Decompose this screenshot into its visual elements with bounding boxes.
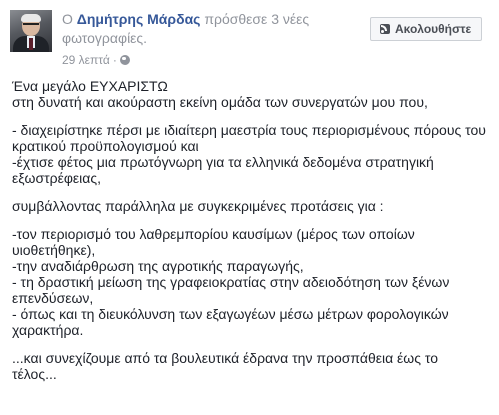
body-line: -τον περιορισμό του λαθρεμπορίου καυσίμω… (12, 226, 415, 242)
follow-button[interactable]: Ακολουθήστε (370, 17, 482, 41)
body-line: κρατικού προϋπολογισμού και (12, 138, 199, 154)
body-line: - διαχειρίστηκε πέρσι με ιδιαίτερη μαεστ… (12, 122, 486, 138)
follow-button-label: Ακολουθήστε (395, 22, 472, 36)
meta-separator: · (112, 53, 117, 67)
body-line: στη δυνατή και ακούραστη εκείνη ομάδα τω… (12, 94, 428, 110)
body-line: χαρακτήρα. (12, 322, 84, 338)
body-line: εξωστρέφειας, (12, 170, 101, 186)
headline-prefix: Ο (62, 11, 77, 27)
body-line: Ένα μεγάλο ΕΥΧΑΡΙΣΤΩ (12, 78, 168, 94)
facebook-post: Ο Δημήτρης Μάρδας πρόσθεσε 3 νέες φωτογρ… (0, 0, 499, 415)
body-line: υιοθετήθηκε), (12, 242, 96, 258)
author-name-link[interactable]: Δημήτρης Μάρδας (77, 11, 201, 27)
post-headline: Ο Δημήτρης Μάρδας πρόσθεσε 3 νέες φωτογρ… (62, 10, 352, 48)
body-line: -έχτισε φέτος μια πρωτόγνωρη για τα ελλη… (12, 154, 434, 170)
author-avatar[interactable] (10, 10, 52, 52)
body-line: επενδύσεων, (12, 290, 94, 306)
body-line: - όπως και τη διευκόλυνση των εξαγωγέων … (12, 306, 449, 322)
rss-icon (380, 24, 390, 34)
body-line: συμβάλλοντας παράλληλα με συγκεκριμένες … (12, 198, 384, 214)
post-timestamp-row: 29 λεπτά · (62, 53, 130, 67)
body-line: ...και συνεχίζουμε από τα βουλευτικά έδρ… (12, 350, 438, 366)
post-header: Ο Δημήτρης Μάρδας πρόσθεσε 3 νέες φωτογρ… (10, 10, 490, 70)
body-line: τέλος... (12, 366, 57, 382)
body-line: -την αναδιάρθρωση της αγροτικής παραγωγή… (12, 258, 304, 274)
post-body: Ένα μεγάλο ΕΥΧΑΡΙΣΤΩ στη δυνατή και ακού… (12, 78, 486, 382)
globe-icon[interactable] (119, 55, 130, 65)
body-line: - τη δραστική μείωση της γραφειοκρατίας … (12, 274, 450, 290)
post-timestamp[interactable]: 29 λεπτά (62, 53, 110, 67)
